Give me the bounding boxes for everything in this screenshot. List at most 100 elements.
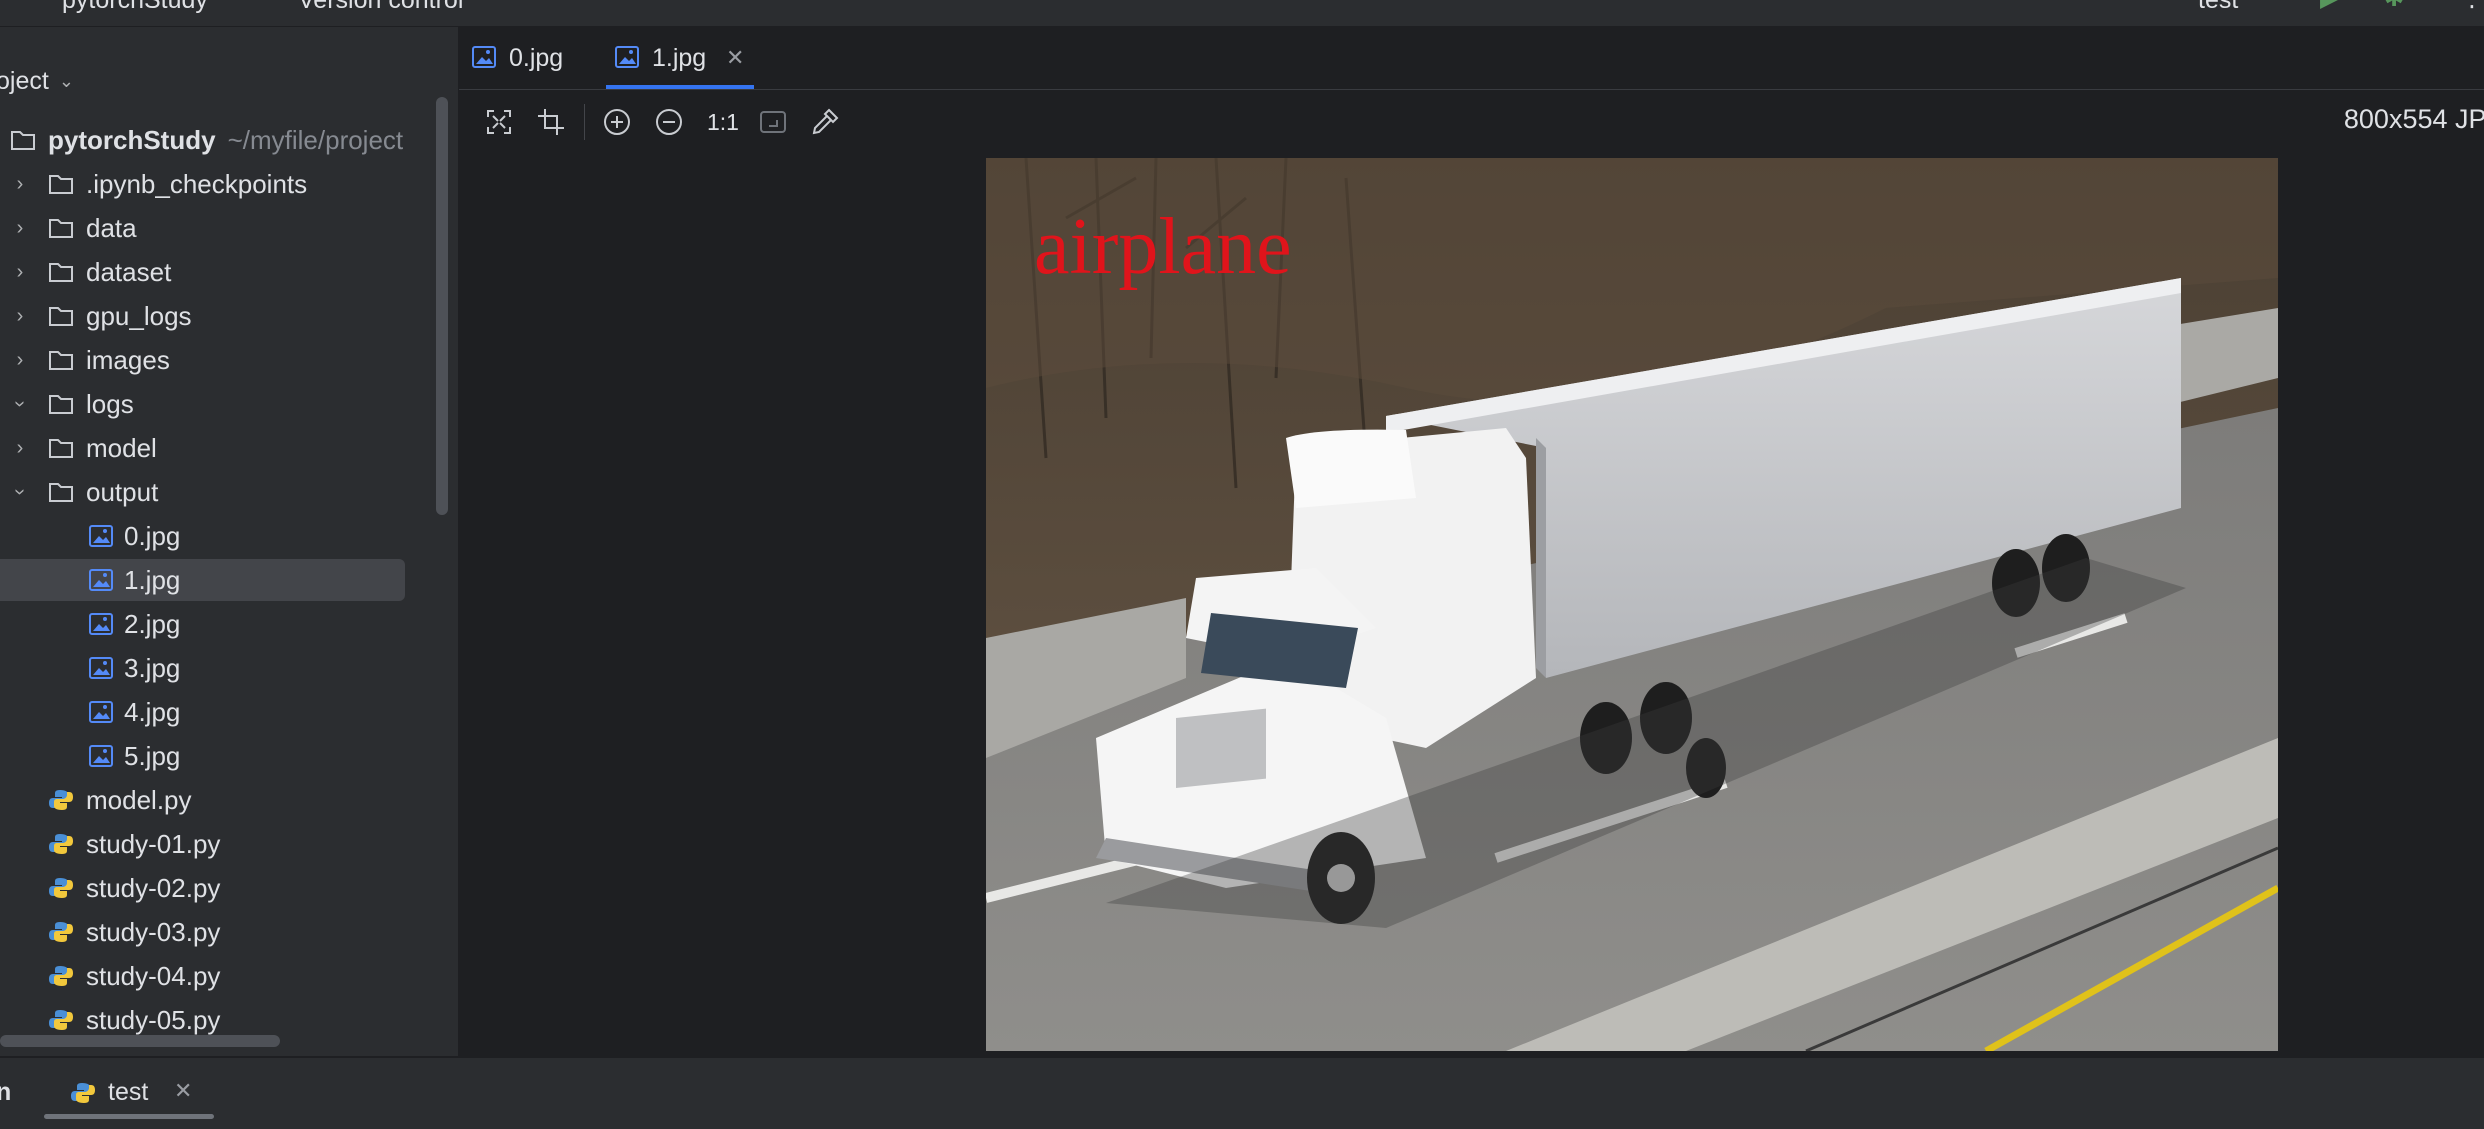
tree-item-2-jpg[interactable]: 2.jpg [0, 603, 440, 645]
tree-item-dataset[interactable]: › dataset [0, 251, 440, 293]
run-icon[interactable]: ▶ [2320, 0, 2338, 13]
python-file-icon [49, 1010, 73, 1030]
tab-0-jpg[interactable]: 0.jpg [471, 27, 591, 89]
folder-icon [49, 483, 73, 502]
image-file-icon [472, 46, 496, 68]
folder-icon [49, 175, 73, 194]
chevron-right-icon[interactable]: › [10, 207, 30, 249]
tree-item-label: gpu_logs [86, 301, 192, 331]
horizontal-scrollbar[interactable] [0, 1035, 280, 1047]
tree-root-label: pytorchStudy [48, 125, 216, 155]
tree-item-3-jpg[interactable]: 3.jpg [0, 647, 440, 689]
tree-item-label: study-04.py [86, 961, 221, 991]
tree-item-logs[interactable]: › logs [0, 383, 440, 425]
tree-item-label: study-02.py [86, 873, 221, 903]
tree-item-label: 0.jpg [124, 521, 181, 551]
vcs-widget[interactable]: Version control [298, 0, 463, 15]
close-icon[interactable]: ✕ [174, 1078, 192, 1104]
tree-item-5-jpg[interactable]: 5.jpg [0, 735, 440, 777]
prediction-label: airplane [1034, 203, 1292, 291]
image-canvas: airplane [986, 158, 2278, 1051]
run-config-selector[interactable]: test [2198, 0, 2238, 15]
folder-icon [49, 395, 73, 414]
tree-item-label: .ipynb_checkpoints [86, 169, 308, 199]
tree-item-label: output [86, 477, 159, 507]
tree-item-study-01-py[interactable]: study-01.py [0, 823, 440, 865]
chevron-right-icon[interactable]: › [10, 427, 30, 469]
more-icon[interactable]: ⋮ [2460, 0, 2484, 13]
tree-item-model-py[interactable]: model.py [0, 779, 440, 821]
tree-item-label: 5.jpg [124, 741, 181, 771]
tree-item-gpu-logs[interactable]: › gpu_logs [0, 295, 440, 337]
chevron-down-icon[interactable]: › [0, 394, 41, 414]
tree-item-label: 4.jpg [124, 697, 181, 727]
main-toolbar: pytorchStudy Version control test ▶ ✱ ⋮ [0, 0, 2484, 27]
toolbar-separator [584, 104, 585, 140]
actual-size-button[interactable]: 1:1 [707, 106, 739, 138]
chevron-down-icon[interactable]: › [0, 482, 41, 502]
tree-root-path: ~/myfile/project [227, 125, 404, 155]
run-panel-title: n [0, 1078, 12, 1106]
tree-root[interactable]: pytorchStudy ~/myfile/project [0, 119, 440, 161]
tree-item-ipynb-checkpoints[interactable]: › .ipynb_checkpoints [0, 163, 440, 205]
tree-item-label: dataset [86, 257, 172, 287]
tree-item-label: 1.jpg [124, 565, 181, 595]
chevron-right-icon[interactable]: › [10, 251, 30, 293]
project-widget[interactable]: pytorchStudy [62, 0, 208, 15]
run-tab-label: test [108, 1078, 149, 1106]
debug-icon[interactable]: ✱ [2384, 0, 2404, 13]
folder-icon [49, 351, 73, 370]
tree-item-output[interactable]: › output [0, 471, 440, 513]
tree-item-label: data [86, 213, 137, 243]
python-file-icon [49, 878, 73, 898]
tree-item-study-03-py[interactable]: study-03.py [0, 911, 440, 953]
tree-item-1-jpg[interactable]: 1.jpg [0, 559, 405, 601]
tab-label: 0.jpg [509, 44, 564, 72]
vertical-scrollbar[interactable] [436, 97, 448, 515]
image-file-icon [89, 657, 113, 679]
image-file-icon [89, 745, 113, 767]
python-file-icon [71, 1083, 95, 1103]
tree-item-label: model [86, 433, 157, 463]
folder-icon [11, 131, 35, 150]
tab-label: 1.jpg [652, 44, 707, 72]
project-tool-window: oject ⌄ pytorchStudy ~/myfile/project › .i… [0, 27, 459, 1056]
tree-item-study-04-py[interactable]: study-04.py [0, 955, 440, 997]
tree-item-data[interactable]: › data [0, 207, 440, 249]
python-file-icon [49, 790, 73, 810]
python-file-icon [49, 834, 73, 854]
close-icon[interactable]: ✕ [726, 27, 744, 89]
zoom-out-icon[interactable] [653, 106, 685, 138]
tree-item-images[interactable]: › images [0, 339, 440, 381]
image-info: 800x554 JPI [2343, 104, 2484, 134]
folder-icon [49, 263, 73, 282]
tree-item-label: images [86, 345, 170, 375]
chevron-right-icon[interactable]: › [10, 295, 30, 337]
zoom-in-icon[interactable] [601, 106, 633, 138]
folder-icon [49, 307, 73, 326]
crop-icon[interactable] [535, 106, 567, 138]
tree-item-label: study-01.py [86, 829, 221, 859]
python-file-icon [49, 922, 73, 942]
project-view-selector[interactable]: oject ⌄ [0, 67, 74, 96]
image-viewer-toolbar: 1:1 800x554 JPI [459, 90, 2484, 154]
tree-item-study-02-py[interactable]: study-02.py [0, 867, 440, 909]
folder-icon [49, 219, 73, 238]
tree-item-4-jpg[interactable]: 4.jpg [0, 691, 440, 733]
tree-item-label: model.py [86, 785, 192, 815]
tab-1-jpg[interactable]: 1.jpg ✕ [606, 27, 754, 89]
tree-item-label: 2.jpg [124, 609, 181, 639]
grid-toggle-icon[interactable] [757, 106, 789, 138]
chevron-right-icon[interactable]: › [10, 163, 30, 205]
chevron-right-icon[interactable]: › [10, 339, 30, 381]
editor-tab-bar: 0.jpg 1.jpg ✕ [459, 27, 2484, 90]
run-tab-indicator [44, 1114, 214, 1119]
image-file-icon [89, 525, 113, 547]
fit-to-window-icon[interactable] [483, 106, 515, 138]
color-picker-icon[interactable] [809, 106, 841, 138]
tree-item-label: study-03.py [86, 917, 221, 947]
tree-item-0-jpg[interactable]: 0.jpg [0, 515, 440, 557]
chevron-down-icon: ⌄ [58, 71, 74, 91]
run-tool-window-header: n test ✕ [0, 1057, 2484, 1129]
tree-item-model[interactable]: › model [0, 427, 440, 469]
